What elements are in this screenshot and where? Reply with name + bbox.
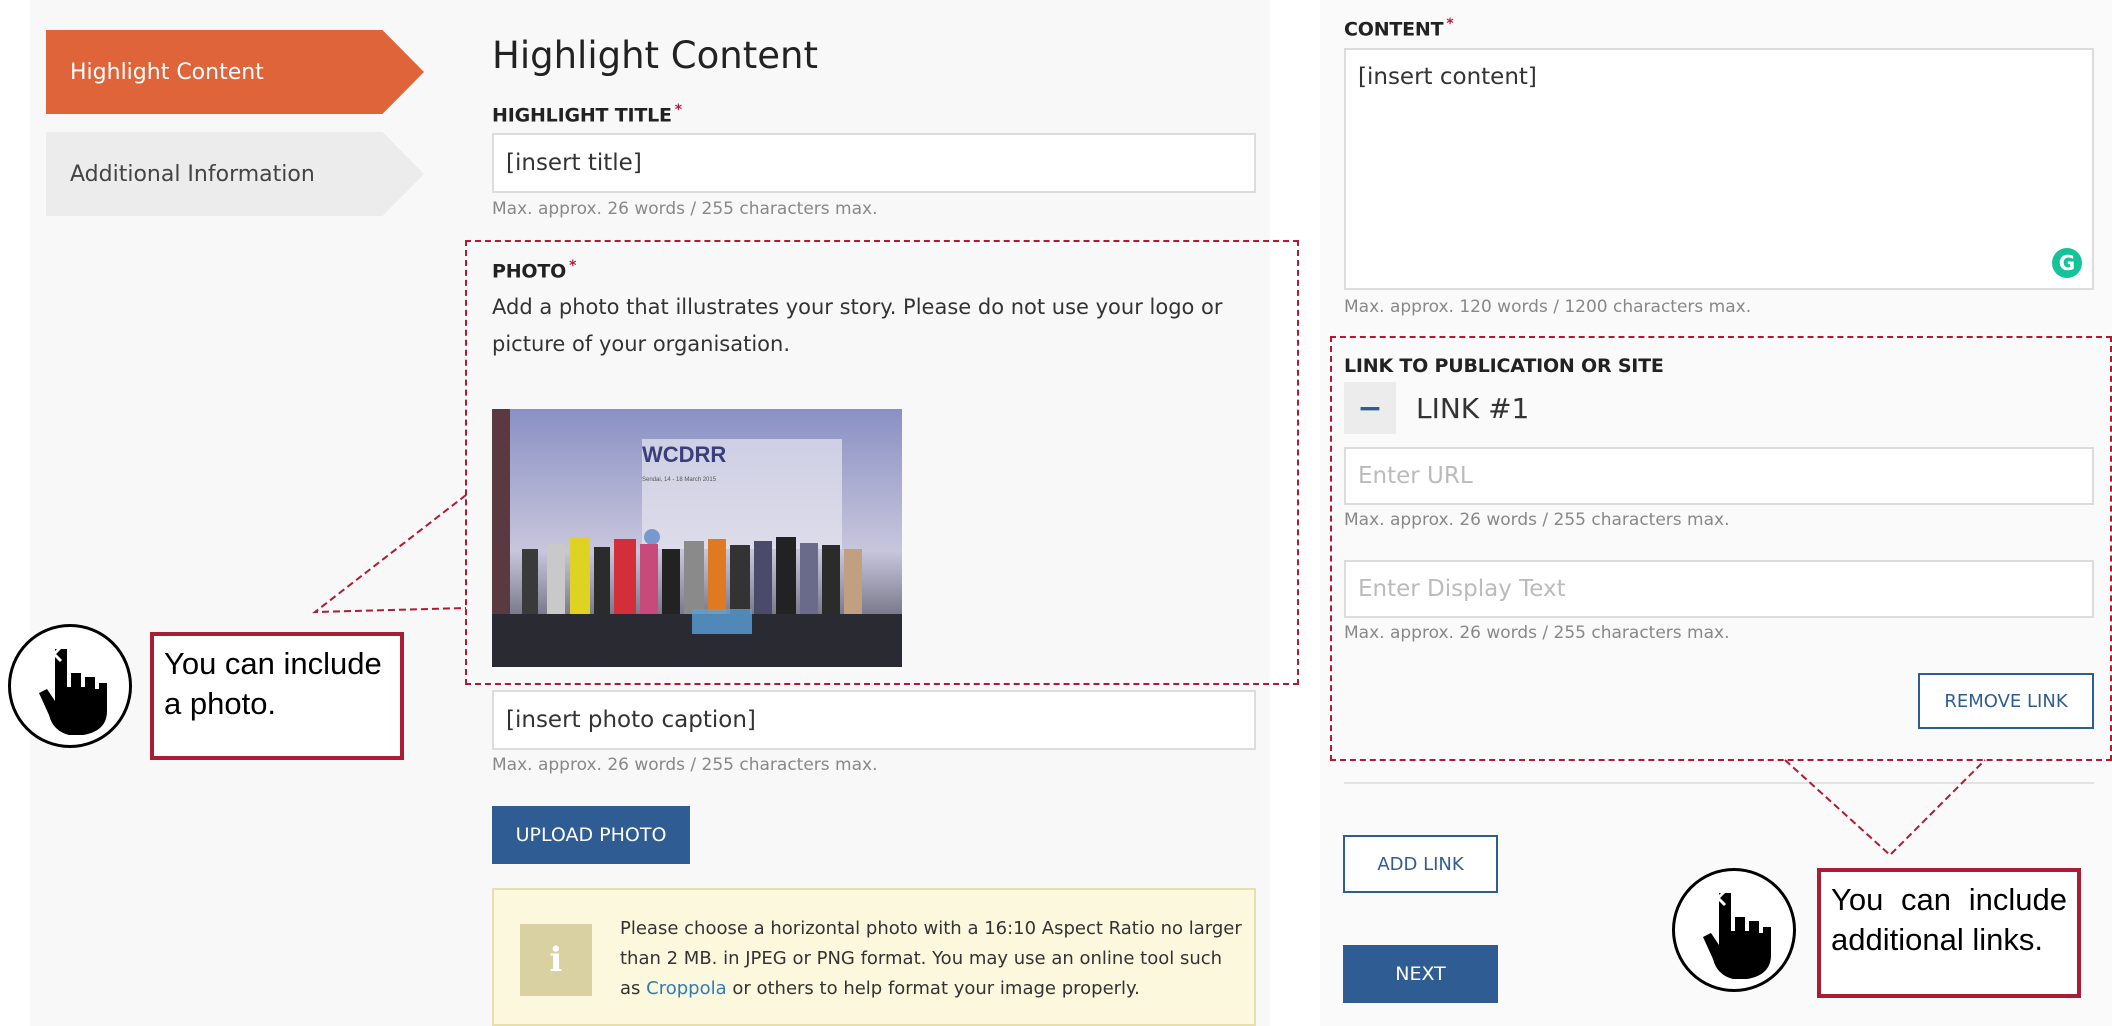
hand-pointer-graphic xyxy=(1703,889,1771,979)
hand-pointer-icon xyxy=(1672,868,1796,992)
hand-pointer-graphic xyxy=(39,645,107,735)
callout-pointers xyxy=(311,494,1986,857)
photo-callout: You can include a photo. xyxy=(150,632,404,760)
links-callout: You can include additional links. xyxy=(1817,868,2081,998)
hand-pointer-icon xyxy=(8,624,132,748)
